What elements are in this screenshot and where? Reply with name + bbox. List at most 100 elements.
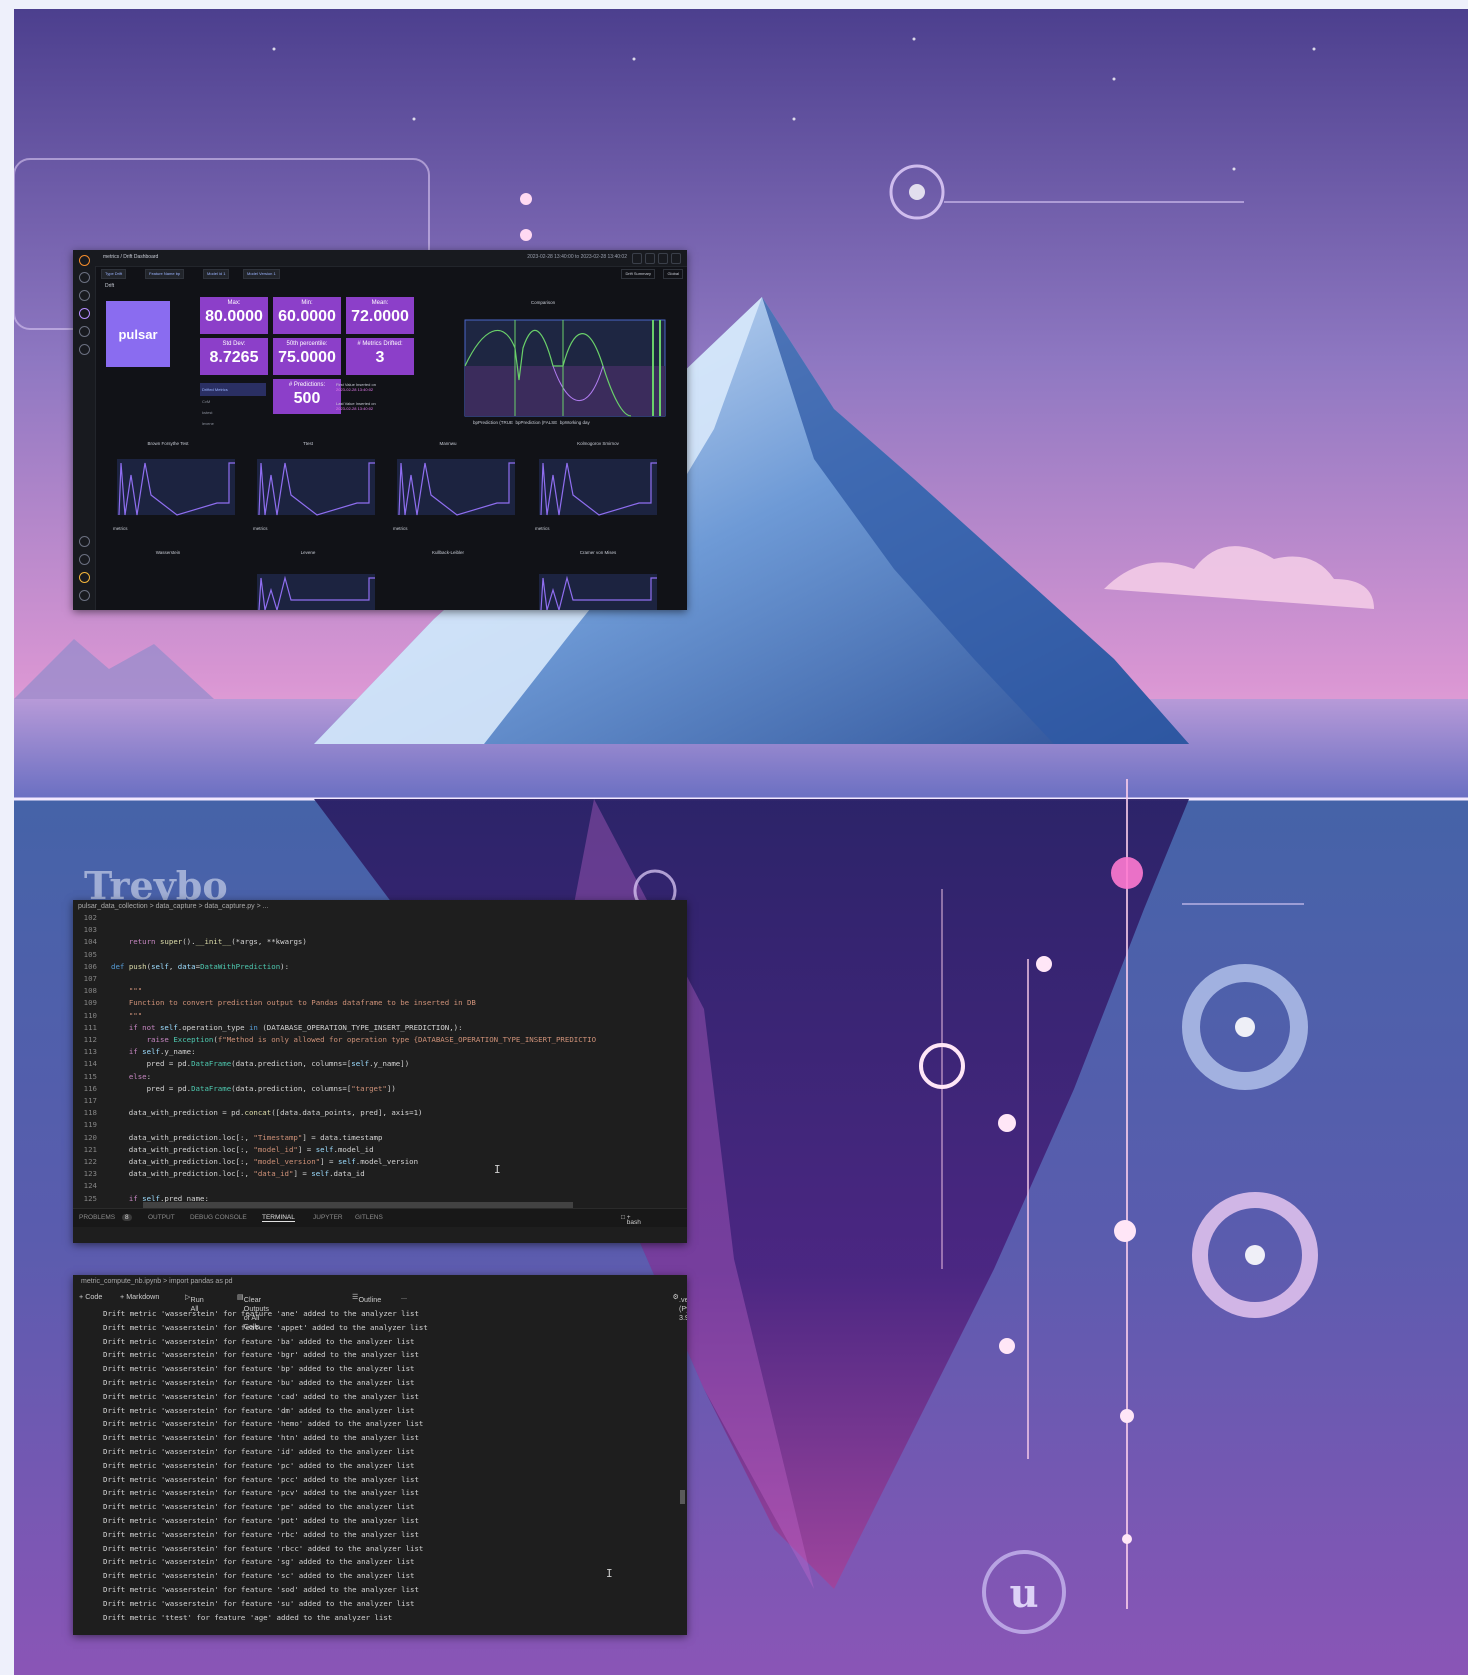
output-line: Drift metric 'wasserstein' for feature '… — [103, 1446, 415, 1456]
code-line[interactable]: data_with_prediction.loc[:, "model_versi… — [111, 1157, 418, 1166]
kernel-picker[interactable]: ⚙ .venv (Python 3.9.13) — [673, 1292, 687, 1322]
global-button[interactable]: Global — [663, 269, 683, 279]
refresh-icon[interactable] — [645, 253, 655, 264]
legend-item[interactable]: bpWorking day — [560, 420, 590, 425]
terminal-shell-selector[interactable]: □ bash + — [621, 1214, 641, 1226]
code-line[interactable]: data_with_prediction.loc[:, "Timestamp"]… — [111, 1133, 383, 1142]
series-legend[interactable]: metrics — [535, 526, 550, 531]
explore-icon[interactable] — [79, 326, 90, 337]
mini-chart-mannwu — [397, 459, 515, 516]
panel-title-ks[interactable]: Kolmogorov Smirnov — [523, 441, 673, 446]
stat-mean: Mean: 72.0000 — [346, 297, 414, 334]
tab-debug-console[interactable]: DEBUG CONSOLE — [190, 1214, 247, 1221]
output-line: Drift metric 'wasserstein' for feature '… — [103, 1336, 415, 1346]
var-model-version[interactable]: Model Version 1 — [243, 269, 280, 279]
tab-gitlens[interactable]: GITLENS — [355, 1214, 383, 1221]
problems-count-badge: 8 — [122, 1214, 132, 1221]
notebook-breadcrumb[interactable]: metric_compute_nb.ipynb > import pandas … — [73, 1275, 687, 1289]
var-type[interactable]: Type Drift — [101, 269, 127, 279]
run-all-button[interactable]: ▷ Run All — [185, 1292, 204, 1313]
line-number: 117 — [83, 1096, 97, 1105]
code-area[interactable]: 102 103 104 return super().__init__(*args,… — [73, 913, 687, 1208]
svg-text:u: u — [1009, 1570, 1038, 1617]
code-line[interactable]: pred = pd.DataFrame(data.prediction, col… — [111, 1059, 410, 1068]
tab-jupyter[interactable]: JUPYTER — [313, 1214, 343, 1221]
line-number: 112 — [83, 1035, 97, 1044]
drift-summary-button[interactable]: Drift Summary — [621, 269, 655, 279]
search-icon[interactable] — [79, 272, 90, 283]
output-line: Drift metric 'wasserstein' for feature '… — [103, 1557, 415, 1567]
output-line: Drift metric 'wasserstein' for feature '… — [103, 1460, 415, 1470]
more-actions-button[interactable]: ... — [401, 1292, 407, 1301]
outline-button[interactable]: ☰ Outline — [352, 1292, 381, 1304]
add-markdown-button[interactable]: + Markdown — [120, 1292, 159, 1301]
list-item: CvM — [202, 399, 211, 404]
notebook-panel: metric_compute_nb.ipynb > import pandas … — [73, 1275, 687, 1635]
tab-terminal[interactable]: TERMINAL — [262, 1214, 295, 1222]
stat-predictions: # Predictions: 500 — [273, 379, 341, 414]
panel-title-wasserstein[interactable]: Wasserstein — [103, 550, 233, 555]
code-line[interactable]: Function to convert prediction output to… — [111, 998, 476, 1007]
code-line[interactable]: if not self.operation_type in (DATABASE_… — [111, 1023, 463, 1032]
code-line[interactable]: raise Exception(f"Method is only allowed… — [111, 1035, 596, 1044]
clear-outputs-button[interactable]: ▤ Clear Outputs of All Cells — [237, 1292, 269, 1331]
editor-breadcrumb[interactable]: pulsar_data_collection > data_capture > … — [73, 900, 687, 913]
panel-title-kl[interactable]: Kullback-Leibler — [383, 550, 513, 555]
output-line: Drift metric 'wasserstein' for feature '… — [103, 1543, 424, 1553]
code-line[interactable]: data_with_prediction.loc[:, "data_id"] =… — [111, 1169, 365, 1178]
panel-title-ttest[interactable]: Ttest — [243, 441, 373, 446]
star-icon[interactable] — [79, 290, 90, 301]
code-line[interactable]: if self.y_name: — [111, 1047, 196, 1056]
vertical-scrollbar[interactable] — [680, 1490, 685, 1504]
text-cursor-icon: I — [494, 1163, 501, 1176]
dashboard-sidebar — [73, 250, 96, 610]
output-line: Drift metric 'wasserstein' for feature '… — [103, 1377, 415, 1387]
line-number: 120 — [83, 1132, 97, 1142]
panel-title-levene[interactable]: Levene — [243, 550, 373, 555]
variables-bar: Type Drift Feature Name bp Model id 1 Mo… — [95, 266, 687, 280]
code-line[interactable]: """ — [111, 986, 142, 995]
tab-problems[interactable]: PROBLEMS — [79, 1214, 115, 1221]
breadcrumb[interactable]: metrics / Drift Dashboard — [103, 254, 158, 260]
tv-mode-icon[interactable] — [658, 253, 668, 264]
stat-min: Min: 60.0000 — [273, 297, 341, 334]
shield-icon[interactable] — [79, 554, 90, 565]
var-model-id[interactable]: Model id 1 — [203, 269, 230, 279]
code-line[interactable]: data_with_prediction.loc[:, "model_id"] … — [111, 1145, 374, 1154]
series-legend[interactable]: metrics — [393, 526, 408, 531]
cell-output: Drift metric 'wasserstein' for feature '… — [103, 1307, 677, 1627]
panel-title-mannwu[interactable]: Mannwu — [383, 441, 513, 446]
alert-bell-icon[interactable] — [79, 344, 90, 355]
line-number: 125 — [83, 1193, 97, 1203]
share-icon[interactable] — [671, 253, 681, 264]
pulsar-logo: pulsar — [106, 301, 170, 367]
avatar[interactable] — [79, 572, 90, 583]
comparison-chart — [464, 319, 666, 417]
series-legend[interactable]: metrics — [253, 526, 268, 531]
zoom-out-icon[interactable] — [632, 253, 642, 264]
tab-output[interactable]: OUTPUT — [148, 1214, 175, 1221]
dashboards-icon[interactable] — [79, 308, 90, 319]
help-icon[interactable] — [79, 590, 90, 601]
code-line[interactable]: return super().__init__(*args, **kwargs) — [111, 937, 307, 946]
line-number: 103 — [83, 925, 97, 935]
panel-title-brown-forsythe[interactable]: Brown Forsythe Test — [103, 441, 233, 446]
panel-title-cvm[interactable]: Cramer von Mises — [523, 550, 673, 555]
time-range-picker[interactable]: 2023-02-28 13:40:00 to 2023-02-28 13:40:… — [527, 254, 627, 260]
code-line[interactable]: pred = pd.DataFrame(data.prediction, col… — [111, 1084, 396, 1093]
comparison-legend: bpPrediction (TRUE bpPrediction (FALSE b… — [473, 420, 673, 425]
output-line: Drift metric 'wasserstein' for feature '… — [103, 1364, 415, 1374]
line-number: 107 — [83, 974, 97, 983]
var-feature-name[interactable]: Feature Name bp — [145, 269, 185, 279]
legend-item[interactable]: bpPrediction (FALSE — [516, 420, 558, 425]
row-title[interactable]: Drift — [105, 283, 114, 289]
settings-gear-icon[interactable] — [79, 536, 90, 547]
grafana-logo-icon[interactable] — [79, 255, 90, 266]
code-line[interactable]: else: — [111, 1072, 151, 1081]
add-code-button[interactable]: + Code — [79, 1292, 102, 1301]
code-line[interactable]: data_with_prediction = pd.concat([data.d… — [111, 1108, 423, 1117]
series-legend[interactable]: metrics — [113, 526, 128, 531]
legend-item[interactable]: bpPrediction (TRUE — [473, 420, 513, 425]
code-line[interactable]: """ — [111, 1011, 142, 1020]
code-line[interactable]: def push(self, data=DataWithPrediction): — [111, 962, 289, 971]
